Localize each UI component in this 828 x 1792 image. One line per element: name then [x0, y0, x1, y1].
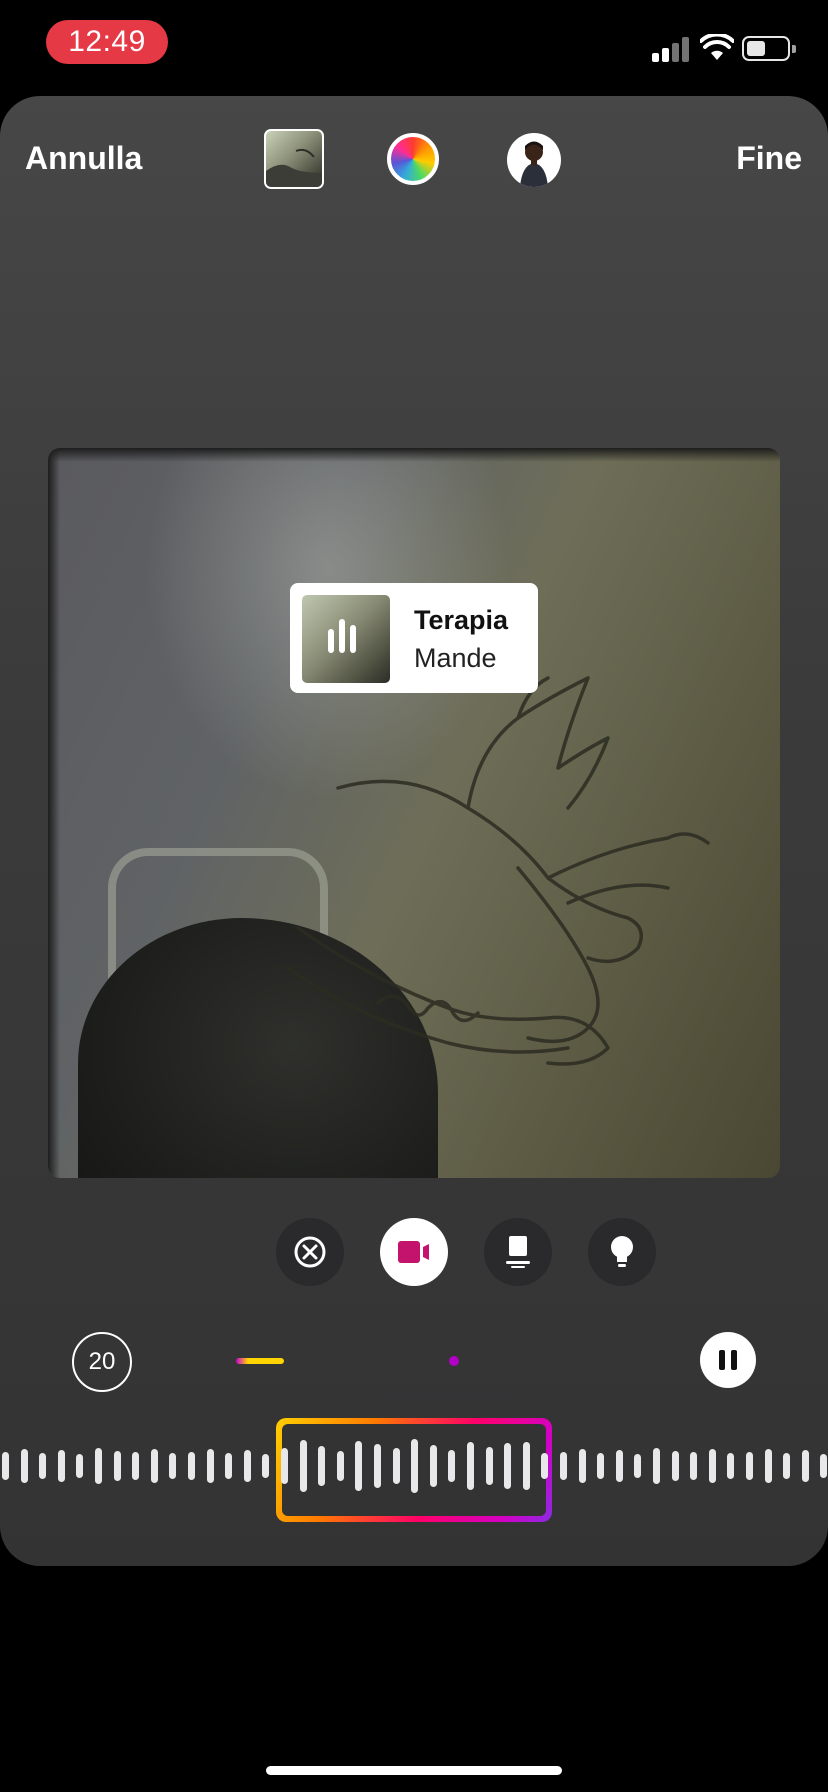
lyrics-progress-dot: [449, 1356, 459, 1366]
waveform-bar: [39, 1453, 47, 1479]
photo-thumbnail[interactable]: [264, 129, 324, 189]
media-preview: [48, 448, 780, 1178]
status-time[interactable]: 12:49: [46, 20, 168, 64]
avatar-figure-icon: [520, 141, 548, 187]
signal-icon: [652, 36, 690, 62]
waveform-bar: [95, 1448, 102, 1484]
done-button[interactable]: Fine: [736, 140, 802, 177]
video-camera-icon: [398, 1241, 429, 1263]
wifi-icon: [700, 34, 734, 60]
waveform-bar: [281, 1448, 288, 1484]
waveform-bar: [746, 1452, 753, 1480]
duration-button[interactable]: 20: [72, 1332, 132, 1392]
equalizer-icon: [328, 619, 364, 657]
tattoo-drawing: [286, 676, 710, 1066]
waveform-bar: [615, 1450, 623, 1482]
video-style-button[interactable]: [380, 1218, 448, 1286]
waveform-bar: [522, 1442, 530, 1490]
sticker-editor-sheet: Annulla Fine Terapia Mande 20: [0, 96, 828, 1566]
remove-sticker-button[interactable]: [276, 1218, 344, 1286]
avatar-icon[interactable]: [507, 133, 561, 187]
album-art: [302, 595, 390, 683]
waveform-bar: [634, 1454, 642, 1478]
waveform-bar: [671, 1451, 679, 1481]
waveform-bar: [541, 1453, 549, 1479]
music-sticker[interactable]: Terapia Mande: [290, 583, 538, 693]
waveform-bar: [262, 1454, 270, 1478]
lightbulb-icon: [611, 1236, 633, 1267]
close-circle-icon: [294, 1236, 326, 1268]
lyrics-progress-segment: [236, 1358, 284, 1364]
waveform-bar: [448, 1450, 456, 1482]
thumbnail-image-icon: [266, 148, 322, 187]
waveform-bar: [485, 1447, 493, 1485]
waveform-bar: [113, 1451, 121, 1481]
waveform-bar: [597, 1453, 605, 1479]
waveform-bar: [690, 1452, 698, 1480]
waveform-bar: [727, 1453, 735, 1479]
waveform-bar: [801, 1450, 809, 1482]
waveform-bar: [76, 1454, 84, 1478]
waveform-bar: [318, 1446, 326, 1486]
waveform-bar: [225, 1453, 233, 1479]
waveform-bar: [504, 1443, 512, 1489]
color-wheel-icon[interactable]: [387, 133, 439, 185]
song-artist: Mande: [414, 643, 497, 673]
card-icon: [506, 1236, 530, 1268]
waveform-bar: [206, 1449, 214, 1483]
waveform-bar: [411, 1439, 419, 1493]
cancel-button[interactable]: Annulla: [25, 140, 142, 177]
waveform-bar: [243, 1450, 251, 1482]
waveform-bar: [429, 1445, 437, 1487]
pause-icon-bar: [731, 1350, 737, 1370]
waveform-bar: [783, 1453, 791, 1479]
waveform-bar: [299, 1440, 307, 1492]
home-indicator[interactable]: [266, 1766, 562, 1775]
waveform-bar: [57, 1450, 65, 1482]
waveform-bar: [560, 1452, 567, 1480]
song-title: Terapia: [414, 605, 509, 635]
waveform-bar: [188, 1452, 195, 1480]
waveform-bar: [374, 1444, 381, 1488]
status-bar: 12:49: [0, 0, 828, 90]
waveform-bar: [467, 1442, 474, 1490]
waveform-bar: [392, 1448, 400, 1484]
waveform-bar: [355, 1441, 363, 1491]
pause-button[interactable]: [700, 1332, 756, 1388]
waveform-bar: [20, 1449, 28, 1483]
pause-icon: [719, 1350, 725, 1370]
battery-icon: [742, 36, 796, 61]
waveform-bar: [653, 1448, 660, 1484]
waveform-bar: [820, 1454, 828, 1478]
waveform-bar: [578, 1449, 586, 1483]
audio-waveform[interactable]: [0, 1414, 828, 1518]
lyrics-style-button[interactable]: [588, 1218, 656, 1286]
waveform-bar: [2, 1452, 9, 1480]
waveform-bar: [169, 1453, 177, 1479]
waveform-bar: [150, 1449, 158, 1483]
card-style-button[interactable]: [484, 1218, 552, 1286]
waveform-bar: [132, 1452, 140, 1480]
waveform-bar: [764, 1449, 772, 1483]
waveform-bar: [336, 1451, 344, 1481]
top-bar: Annulla Fine: [0, 96, 828, 226]
waveform-bar: [708, 1449, 716, 1483]
